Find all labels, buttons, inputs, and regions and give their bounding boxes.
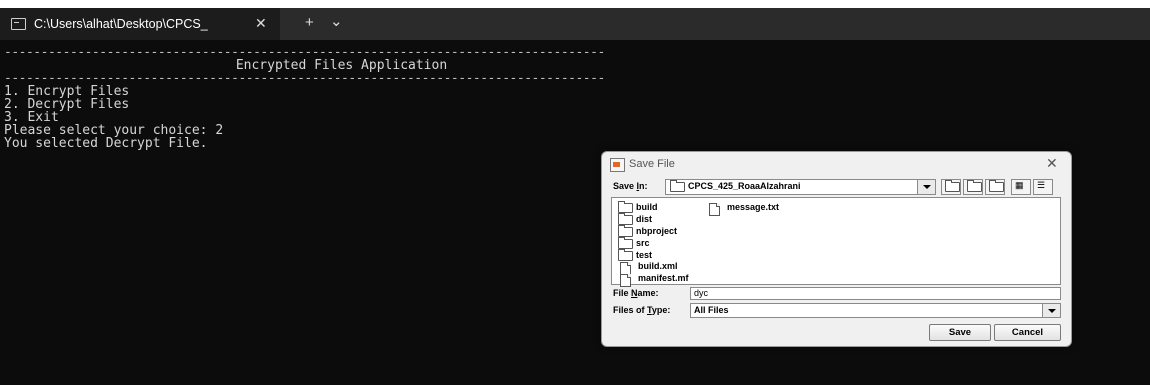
dialog-close-icon[interactable]: ✕ — [1046, 155, 1058, 172]
item-name: dist — [636, 214, 653, 224]
folder-icon — [618, 201, 633, 213]
list-view-button[interactable]: ▦ — [1011, 179, 1031, 195]
terminal-tab[interactable]: C:\Users\alhat\Desktop\CPCS_ ✕ — [0, 8, 280, 40]
folder-icon — [618, 225, 633, 237]
folder-icon — [618, 237, 633, 249]
new-folder-icon — [989, 180, 1004, 192]
save-in-value: CPCS_425_RoaaAlzahrani — [688, 181, 801, 191]
tab-dropdown-icon[interactable]: ⌄ — [330, 12, 343, 30]
label-text: Save — [613, 181, 637, 191]
folder-icon — [618, 213, 633, 225]
folder-icon — [618, 249, 633, 261]
item-name: manifest.mf — [638, 273, 689, 283]
label-text: File — [613, 288, 632, 298]
item-name: build — [636, 202, 658, 212]
details-view-icon: ☰ — [1037, 180, 1046, 190]
cancel-button[interactable]: Cancel — [994, 324, 1061, 341]
up-one-level-icon — [945, 180, 960, 192]
label-text: ype: — [651, 305, 671, 315]
file-name-label: File Name: — [613, 288, 659, 298]
file-name-value: dyc — [694, 288, 709, 298]
console-line: You selected Decrypt File. — [4, 136, 208, 151]
save-in-label: Save In: — [613, 181, 648, 191]
terminal-icon — [11, 18, 26, 30]
home-button[interactable] — [963, 179, 983, 195]
tab-bar: C:\Users\alhat\Desktop\CPCS_ ✕ + ⌄ — [0, 8, 1150, 40]
console-output: ----------------------------------------… — [4, 46, 679, 150]
dialog-title: Save File — [629, 158, 675, 170]
details-view-button[interactable]: ☰ — [1033, 179, 1053, 195]
save-button[interactable]: Save — [929, 324, 991, 341]
file-type-label: Files of Type: — [613, 305, 670, 315]
folder-icon — [670, 180, 685, 192]
save-in-combo[interactable]: CPCS_425_RoaaAlzahrani — [665, 179, 936, 195]
close-tab-icon[interactable]: ✕ — [255, 15, 267, 32]
new-folder-button[interactable] — [985, 179, 1005, 195]
label-text: Files of — [613, 305, 648, 315]
tab-title: C:\Users\alhat\Desktop\CPCS_ — [34, 17, 208, 31]
item-name: nbproject — [636, 226, 678, 236]
item-name: build.xml — [638, 261, 678, 271]
file-name-input[interactable]: dyc — [690, 287, 1061, 300]
item-name: message.txt — [727, 202, 780, 212]
new-tab-button[interactable]: + — [305, 14, 314, 31]
file-type-value: All Files — [694, 305, 729, 315]
up-one-level-button[interactable] — [941, 179, 961, 195]
java-app-icon — [610, 158, 625, 172]
file-list[interactable]: build dist nbproject src test build.xml … — [611, 197, 1061, 287]
home-icon — [967, 180, 982, 192]
item-name: src — [636, 238, 650, 248]
file-icon — [709, 203, 720, 216]
list-view-icon: ▦ — [1015, 180, 1024, 190]
dropdown-arrow-icon[interactable] — [1042, 304, 1060, 317]
label-text: ame: — [637, 288, 659, 298]
file-icon — [620, 274, 631, 287]
dropdown-arrow-icon[interactable] — [917, 180, 935, 194]
item-name: test — [636, 250, 653, 260]
save-file-dialog: Save File ✕ Save In: CPCS_425_RoaaAlzahr… — [601, 151, 1072, 347]
label-text: n: — [639, 181, 648, 191]
file-type-combo[interactable]: All Files — [690, 303, 1061, 318]
